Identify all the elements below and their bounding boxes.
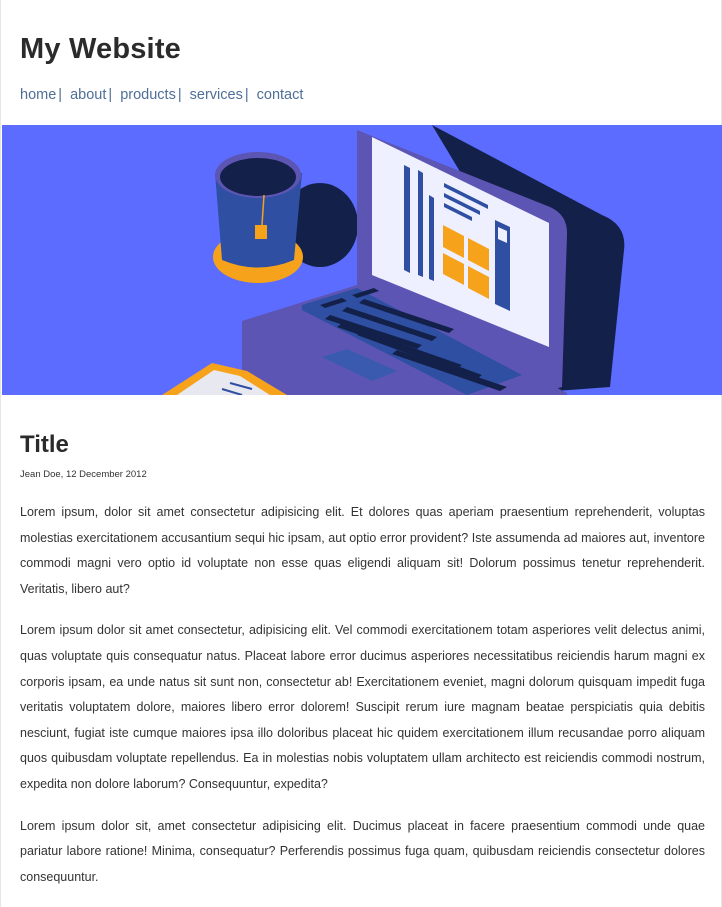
post-paragraph: Lorem ipsum, dolor sit amet consectetur … xyxy=(20,505,705,596)
post-title: Title xyxy=(20,431,69,458)
nav-link-services[interactable]: services xyxy=(190,87,243,103)
nav-link-about[interactable]: about xyxy=(70,87,106,103)
post-meta: Jean Doe, 12 December 2012 xyxy=(20,469,147,480)
nav-separator: | xyxy=(244,87,249,103)
post-body: Lorem ipsum, dolor sit amet consectetur … xyxy=(20,500,705,890)
hero-banner xyxy=(2,125,722,395)
page: My Website home | about | products | servic… xyxy=(0,0,722,907)
nav-link-products[interactable]: products xyxy=(120,87,176,103)
nav-separator: | xyxy=(58,87,63,103)
nav-link-contact[interactable]: contact xyxy=(257,87,304,103)
blog-post: Title Jean Doe, 12 December 2012 Lorem i… xyxy=(20,431,705,890)
site-title: My Website xyxy=(20,33,182,65)
nav-link-home[interactable]: home xyxy=(20,87,56,103)
nav-separator: | xyxy=(108,87,113,103)
post-paragraph: Lorem ipsum dolor sit amet consectetur, … xyxy=(20,623,705,791)
nav-separator: | xyxy=(177,87,182,103)
main-nav: home | about | products | services | contact xyxy=(20,86,702,104)
laptop-desk-illustration-icon xyxy=(2,125,722,395)
site-header: My Website home | about | products | servic… xyxy=(1,0,721,125)
post-paragraph: Lorem ipsum dolor sit, amet consectetur … xyxy=(20,818,705,884)
